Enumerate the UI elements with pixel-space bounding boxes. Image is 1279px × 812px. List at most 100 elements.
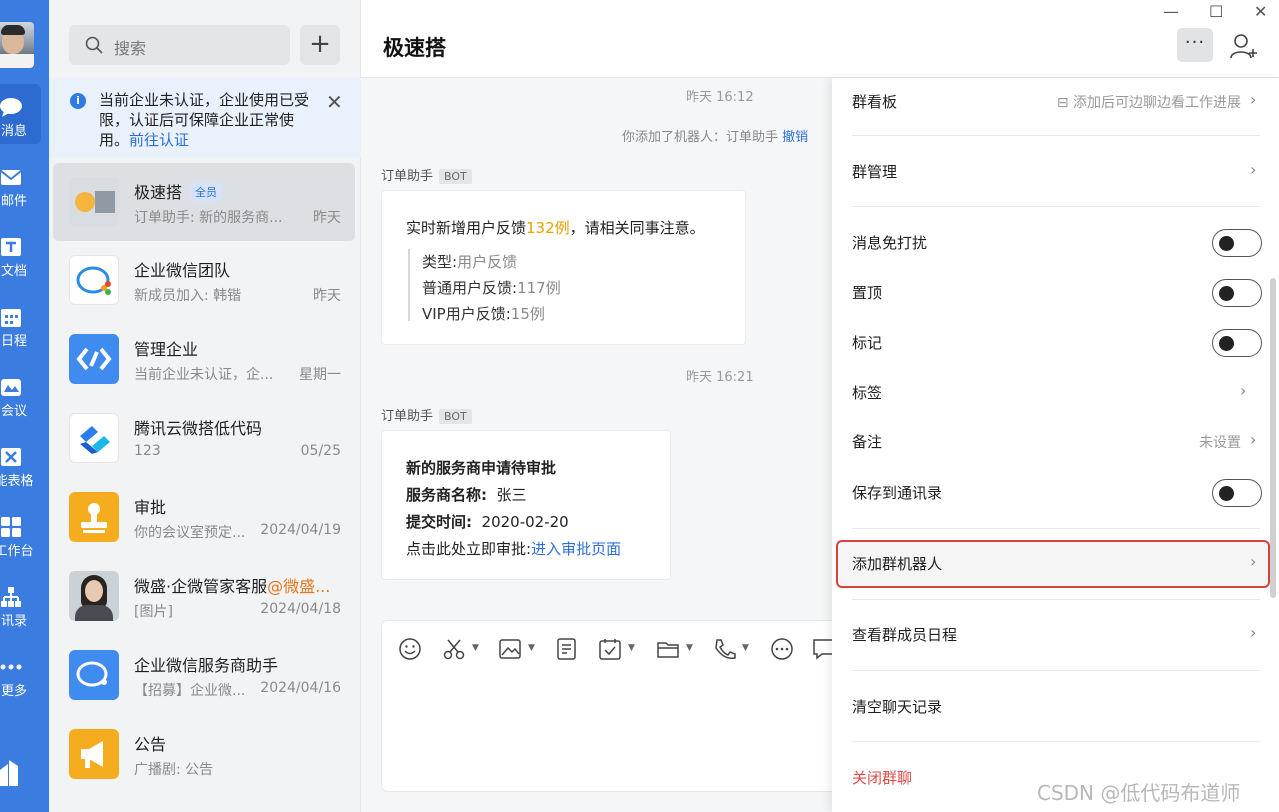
- document-icon: [1, 238, 21, 256]
- notes-icon[interactable]: [554, 637, 580, 661]
- search-input[interactable]: 搜索: [69, 25, 290, 65]
- close-group-label: 关闭群聊: [852, 769, 913, 787]
- more-options-button[interactable]: ···: [1177, 28, 1213, 62]
- message-input[interactable]: ▼ ▼ ▼ ▼ ▼: [381, 620, 841, 792]
- rail-item-docs[interactable]: 文档: [0, 224, 41, 284]
- message-sender: 订单助手 BOT: [381, 405, 472, 424]
- divider: [852, 670, 1260, 671]
- rail-item-meeting[interactable]: 会议: [0, 364, 41, 424]
- rail-label: 工作台: [0, 544, 34, 559]
- smart-sheet-icon: [1, 448, 21, 466]
- clear-history-row[interactable]: 清空聊天记录: [832, 683, 1279, 731]
- add-member-icon[interactable]: [1229, 33, 1259, 59]
- scrollbar[interactable]: [1270, 278, 1276, 598]
- save-contacts-toggle[interactable]: [1212, 479, 1262, 507]
- remark-hint: 未设置: [1199, 435, 1241, 451]
- list-item[interactable]: 极速搭 全员 订单助手: 新的服务商... 昨天: [53, 163, 355, 241]
- phone-icon[interactable]: ▼: [712, 637, 749, 661]
- emoji-icon[interactable]: [398, 637, 424, 661]
- image-icon[interactable]: ▼: [498, 637, 535, 661]
- more-tools-icon[interactable]: [770, 637, 796, 661]
- minimize-icon[interactable]: —: [1163, 2, 1179, 21]
- pin-label: 置顶: [852, 284, 883, 302]
- add-group-robot-row[interactable]: 添加群机器人 ›: [836, 540, 1270, 588]
- close-icon[interactable]: ✕: [326, 90, 343, 114]
- close-window-icon[interactable]: ✕: [1254, 2, 1267, 21]
- rail-label: 讯录: [0, 614, 27, 629]
- pin-toggle[interactable]: [1212, 279, 1262, 307]
- watermark: CSDN @低代码布道师: [1037, 781, 1241, 805]
- add-button[interactable]: +: [300, 25, 340, 65]
- list-item[interactable]: 公告 广播剧: 公告: [53, 715, 355, 793]
- rail-item-mail[interactable]: 邮件: [0, 154, 41, 214]
- group-avatar: [69, 177, 119, 227]
- verify-link[interactable]: 前往认证: [129, 131, 189, 149]
- conversation-time: 2024/04/19: [260, 522, 341, 538]
- mark-row: 标记: [832, 319, 1279, 367]
- list-item[interactable]: 微盛·企微管家客服@微盛... [图片] 2024/04/18: [53, 557, 355, 635]
- rail-item-workbench[interactable]: 工作台: [0, 504, 41, 564]
- approval-title: 新的服务商申请待审批: [406, 459, 557, 477]
- rail-item-calendar[interactable]: 日程: [0, 294, 41, 354]
- conversation-preview: 新成员加入: 韩锴: [134, 288, 242, 304]
- folder-icon[interactable]: ▼: [656, 637, 693, 661]
- rail-label: 文档: [0, 264, 27, 279]
- system-message: 你添加了机器人：订单助手 撤销: [622, 130, 809, 145]
- org-icon[interactable]: [0, 760, 24, 786]
- mail-icon: [0, 170, 22, 185]
- message-text: 实时新增用户反馈132例，请相关同事注意。: [406, 219, 705, 237]
- timestamp: 昨天 16:12: [686, 90, 754, 105]
- screenshot-icon[interactable]: ▼: [442, 637, 479, 661]
- list-item[interactable]: 企业微信服务商助手 【招募】企业微... 2024/04/16: [53, 636, 355, 714]
- undo-link[interactable]: 撤销: [782, 130, 808, 145]
- tag-row[interactable]: 标签 ›: [832, 369, 1279, 417]
- rail-label: 邮件: [0, 194, 27, 209]
- chevron-right-icon: ›: [1250, 90, 1257, 109]
- group-board-hint: ⊟ 添加后可边聊边看工作进展: [1056, 95, 1241, 111]
- divider: [852, 135, 1260, 136]
- conversation-name: 腾讯云微搭低代码: [134, 419, 263, 438]
- weda-avatar: [69, 413, 119, 463]
- approval-action-line: 点击此处立即审批:进入审批页面: [406, 540, 622, 558]
- rail-item-more[interactable]: 更多: [0, 644, 41, 704]
- remark-row[interactable]: 备注 未设置 ›: [832, 418, 1279, 466]
- rail-item-contacts[interactable]: 讯录: [0, 574, 41, 634]
- mute-toggle[interactable]: [1212, 229, 1262, 257]
- list-item[interactable]: 腾讯云微搭低代码 123 05/25: [53, 399, 355, 477]
- mute-label: 消息免打扰: [852, 234, 928, 252]
- save-contacts-label: 保存到通讯录: [852, 484, 943, 502]
- divider: [852, 599, 1260, 600]
- bot-tag: BOT: [439, 409, 472, 424]
- rail-item-messages[interactable]: 消息: [0, 84, 41, 144]
- list-item[interactable]: 审批 你的会议室预定... 2024/04/19: [53, 478, 355, 556]
- rail-label: 会议: [0, 404, 27, 419]
- bot-tag: BOT: [439, 169, 472, 184]
- chat-header: 极速搭 ··· — ☐ ✕: [361, 0, 1279, 78]
- customer-service-avatar: [69, 571, 119, 621]
- group-board-row[interactable]: 群看板 ⊟ 添加后可边聊边看工作进展 ›: [832, 78, 1279, 126]
- divider: [852, 528, 1260, 529]
- approval-link[interactable]: 进入审批页面: [531, 540, 621, 558]
- conversation-time: 昨天: [313, 288, 341, 304]
- rail-label: 消息: [0, 124, 27, 139]
- conversation-time: 05/25: [300, 443, 341, 459]
- member-schedule-row[interactable]: 查看群成员日程 ›: [832, 611, 1279, 659]
- message-bubble[interactable]: 实时新增用户反馈132例，请相关同事注意。 类型:用户反馈 普通用户反馈:117…: [381, 190, 746, 345]
- list-item[interactable]: 管理企业 当前企业未认证，企... 星期一: [53, 320, 355, 398]
- schedule-icon[interactable]: ▼: [598, 637, 635, 661]
- message-icon: [0, 98, 22, 117]
- search-placeholder: 搜索: [114, 39, 147, 58]
- nav-rail: 消息 邮件 文档 日程 会议 能表格 工作台 讯录 更多: [0, 0, 49, 812]
- meeting-icon: [1, 379, 21, 396]
- chevron-right-icon: ›: [1250, 623, 1257, 642]
- rail-item-smart-sheet[interactable]: 能表格: [0, 434, 41, 494]
- conversation-preview: 123: [134, 443, 161, 459]
- message-bubble[interactable]: 新的服务商申请待审批 服务商名称: 张三 提交时间: 2020-02-20 点击…: [381, 430, 671, 580]
- group-manage-row[interactable]: 群管理 ›: [832, 148, 1279, 196]
- approval-avatar: [69, 492, 119, 542]
- mark-toggle[interactable]: [1212, 329, 1262, 357]
- maximize-icon[interactable]: ☐: [1209, 2, 1223, 21]
- conversation-time: 2024/04/16: [260, 680, 341, 696]
- list-item[interactable]: 企业微信团队 新成员加入: 韩锴 昨天: [53, 241, 355, 319]
- user-avatar[interactable]: [0, 22, 34, 68]
